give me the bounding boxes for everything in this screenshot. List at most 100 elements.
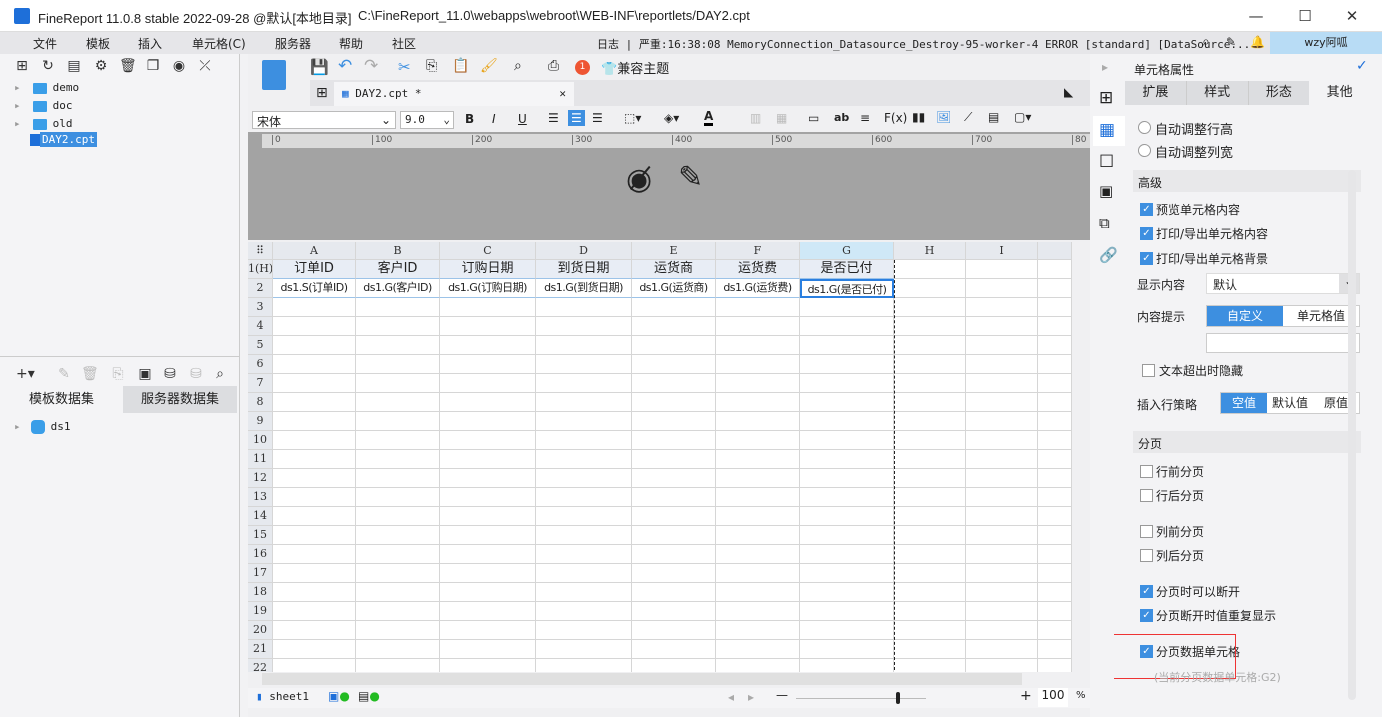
cell[interactable] [440,355,536,374]
search-dataset-icon[interactable]: ⌕ [212,366,228,382]
cell[interactable] [1038,260,1072,279]
cell[interactable] [1038,507,1072,526]
column-header[interactable]: A [273,242,356,260]
cell[interactable] [966,640,1038,659]
cell[interactable] [800,659,894,672]
cell[interactable] [440,640,536,659]
cell[interactable] [440,583,536,602]
cell[interactable] [716,317,800,336]
cell[interactable] [716,412,800,431]
cell[interactable] [273,298,356,317]
cell[interactable] [716,583,800,602]
cell[interactable] [966,336,1038,355]
cell[interactable] [440,621,536,640]
row-header[interactable]: 12 [248,469,273,488]
cell[interactable]: 客户ID [356,260,440,279]
copy-icon[interactable]: ❐ [145,58,161,74]
cell[interactable] [536,317,632,336]
sheet-tab[interactable]: ▮ sheet1 [256,690,309,703]
cell[interactable] [966,355,1038,374]
checkbox[interactable] [1140,525,1153,538]
cell[interactable] [440,317,536,336]
settings-icon[interactable]: ⚙ [93,58,109,74]
cell[interactable] [440,298,536,317]
cell[interactable] [632,355,716,374]
cell[interactable]: ds1.S(订单ID) [273,279,356,298]
insert-empty[interactable]: 空值 [1221,393,1267,413]
cell[interactable] [966,393,1038,412]
section-pagination[interactable]: 分页▼ [1133,431,1361,453]
analyze-icon[interactable]: ⎙ [548,58,559,74]
cell[interactable] [716,298,800,317]
cell[interactable]: ds1.G(是否已付) [800,279,894,298]
cell[interactable] [356,488,440,507]
cell[interactable] [440,412,536,431]
cell[interactable] [716,450,800,469]
checkbox[interactable]: ✓ [1140,609,1153,622]
cell[interactable] [536,545,632,564]
apply-icon[interactable]: ✓ [1356,58,1368,74]
cell[interactable] [800,374,894,393]
cell[interactable]: 是否已付 [800,260,894,279]
cell[interactable] [1038,602,1072,621]
cell[interactable] [966,659,1038,672]
cell[interactable] [273,431,356,450]
cell[interactable] [273,469,356,488]
cell[interactable] [716,659,800,672]
notes-icon[interactable]: ✎ [1226,35,1236,49]
cell[interactable] [536,564,632,583]
locate-icon[interactable]: ◉ [171,58,187,74]
row-header[interactable]: 2 [248,279,273,298]
row-header[interactable]: 10 [248,431,273,450]
cell[interactable] [273,412,356,431]
cell[interactable] [894,526,966,545]
refresh-icon[interactable]: ↻ [40,58,56,74]
cell[interactable] [716,469,800,488]
checkbox[interactable] [1140,465,1153,478]
checkbox[interactable]: ✓ [1140,227,1153,240]
cell[interactable] [356,659,440,672]
cell[interactable] [440,488,536,507]
cell[interactable] [440,564,536,583]
cell[interactable] [356,298,440,317]
cell[interactable] [894,507,966,526]
cell[interactable] [536,602,632,621]
tab-day2[interactable]: ▦ DAY2.cpt * ✕ [334,82,574,106]
cell[interactable] [1038,640,1072,659]
undo-icon[interactable]: ↶ [338,56,352,76]
cell[interactable] [716,355,800,374]
cell[interactable] [1038,659,1072,672]
row-header[interactable]: 4 [248,317,273,336]
cell[interactable] [273,393,356,412]
checkbox[interactable] [1140,489,1153,502]
italic-icon[interactable]: I [492,112,496,126]
row-header[interactable]: 15 [248,526,273,545]
tab-style[interactable]: 样式 [1187,81,1249,105]
cell[interactable] [356,355,440,374]
add-dataset-icon[interactable]: +▾ [16,366,35,382]
cell[interactable] [894,374,966,393]
font-size-select[interactable]: 9.0 ⌄ [400,111,454,129]
template-icon[interactable]: ▤ [66,58,82,74]
cell[interactable] [273,355,356,374]
unmerge-icon[interactable]: ▦ [776,111,787,125]
copy-icon[interactable]: ⎘ [426,58,437,74]
cell[interactable] [356,507,440,526]
tab-other[interactable]: 其他 [1309,81,1370,105]
preview-icon[interactable]: ⎘ [110,366,126,382]
cell[interactable] [632,431,716,450]
cell[interactable]: ds1.G(客户ID) [356,279,440,298]
prev-sheet-icon[interactable]: ◂ [728,690,734,704]
cell[interactable] [632,488,716,507]
menu-server[interactable]: 服务器 [275,35,311,52]
cell[interactable] [273,659,356,672]
cell[interactable] [536,640,632,659]
zoom-in-icon[interactable]: + [1020,688,1032,704]
cell[interactable] [800,602,894,621]
cell[interactable] [894,412,966,431]
row-header[interactable]: 21 [248,640,273,659]
border-icon[interactable]: ⬚▾ [624,111,641,125]
cell[interactable] [440,545,536,564]
delete-icon[interactable]: 🗑 [119,58,137,74]
cut-icon[interactable]: ✂ [398,58,411,76]
